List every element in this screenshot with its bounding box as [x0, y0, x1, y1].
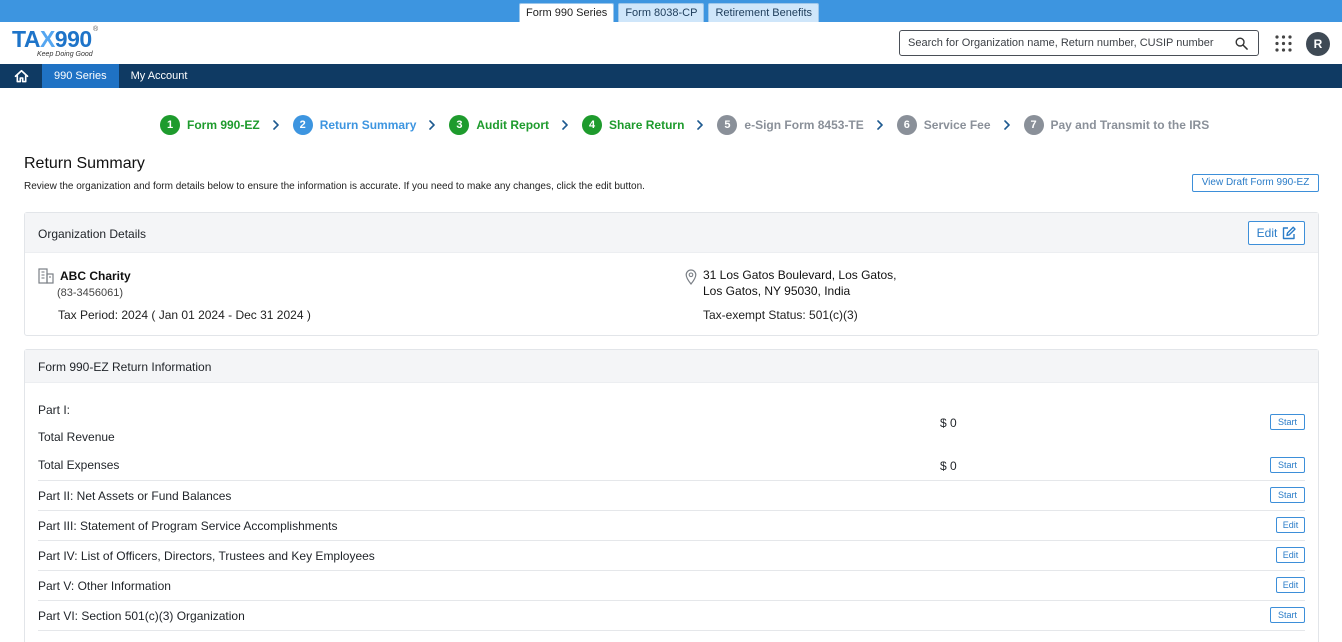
row-divider — [38, 480, 1305, 481]
apps-grid-icon[interactable] — [1275, 35, 1292, 52]
organization-ein: (83-3456061) — [57, 287, 124, 299]
total-revenue-amount: $ 0 — [940, 416, 957, 430]
step-number: 5 — [717, 115, 738, 135]
card-header: Form 990-EZ Return Information — [25, 350, 1318, 383]
part-1-heading: Part I: — [38, 403, 71, 417]
edit-label: Edit — [1256, 226, 1278, 240]
start-part-2-button[interactable]: Start — [1270, 487, 1305, 503]
start-total-revenue-button[interactable]: Start — [1270, 414, 1305, 430]
row-label-total-revenue: Total Revenue — [38, 430, 115, 444]
user-avatar[interactable]: R — [1306, 32, 1330, 56]
section-title: Form 990-EZ Return Information — [38, 360, 212, 374]
step-pay-and-transmit[interactable]: 7 Pay and Transmit to the IRS — [1023, 115, 1210, 135]
return-information-card: Form 990-EZ Return Information Part I: T… — [24, 349, 1319, 642]
step-number: 7 — [1023, 115, 1044, 135]
step-label: e-Sign Form 8453-TE — [744, 118, 864, 132]
nav-my-account[interactable]: My Account — [119, 64, 200, 88]
step-label: Service Fee — [923, 118, 991, 132]
logo-tagline: Keep Doing Good — [37, 51, 93, 58]
row-divider — [38, 510, 1305, 511]
tax-exempt-status: Tax-exempt Status: 501(c)(3) — [703, 308, 858, 322]
row-divider — [38, 600, 1305, 601]
product-tab-form-8038-cp[interactable]: Form 8038-CP — [618, 3, 705, 22]
step-share-return[interactable]: 4 Share Return — [582, 115, 684, 135]
building-icon — [38, 268, 54, 284]
step-number: 2 — [292, 115, 313, 135]
edit-part-5-button[interactable]: Edit — [1276, 577, 1305, 593]
app-header: TAX990 ® Keep Doing Good R — [0, 22, 1342, 64]
step-form-990-ez[interactable]: 1 Form 990-EZ — [160, 115, 260, 135]
row-label-part-4: Part IV: List of Officers, Directors, Tr… — [38, 549, 375, 563]
row-label-part-2: Part II: Net Assets or Fund Balances — [38, 489, 232, 503]
start-total-expenses-button[interactable]: Start — [1270, 457, 1305, 473]
step-label: Form 990-EZ — [187, 118, 260, 132]
step-number: 4 — [582, 115, 603, 135]
nav-home[interactable] — [0, 64, 42, 88]
product-tab-form-990-series[interactable]: Form 990 Series — [519, 3, 615, 22]
page-title: Return Summary — [24, 155, 145, 172]
step-label: Pay and Transmit to the IRS — [1050, 118, 1210, 132]
chevron-right-icon — [1003, 120, 1010, 130]
search-box — [899, 30, 1259, 56]
row-divider — [38, 540, 1305, 541]
card-header: Organization Details Edit — [25, 213, 1318, 253]
logo-text: TAX990 — [12, 26, 92, 52]
view-draft-button[interactable]: View Draft Form 990-EZ — [1192, 174, 1319, 192]
page-description: Review the organization and form details… — [24, 181, 645, 192]
organization-details-card: Organization Details Edit ABC Charity (8… — [24, 212, 1319, 336]
product-tabs: Form 990 Series Form 8038-CP Retirement … — [519, 3, 820, 22]
organization-name: ABC Charity — [60, 269, 131, 283]
location-pin-icon — [685, 269, 697, 285]
step-service-fee[interactable]: 6 Service Fee — [896, 115, 991, 135]
row-divider — [38, 570, 1305, 571]
row-label-total-expenses: Total Expenses — [38, 458, 120, 472]
row-divider — [38, 630, 1305, 631]
edit-icon — [1283, 226, 1297, 239]
step-return-summary[interactable]: 2 Return Summary — [292, 115, 417, 135]
row-label-part-3: Part III: Statement of Program Service A… — [38, 519, 338, 533]
address-line-1: 31 Los Gatos Boulevard, Los Gatos, — [703, 268, 897, 282]
step-number: 3 — [449, 115, 470, 135]
logo-registered-mark: ® — [93, 26, 99, 33]
step-label: Share Return — [609, 118, 685, 132]
section-title: Organization Details — [38, 227, 147, 241]
product-tab-strip: Form 990 Series Form 8038-CP Retirement … — [0, 0, 1342, 22]
chevron-right-icon — [429, 120, 436, 130]
step-e-sign-form-8453-te[interactable]: 5 e-Sign Form 8453-TE — [717, 115, 864, 135]
nav-990-series[interactable]: 990 Series — [42, 64, 119, 88]
total-expenses-amount: $ 0 — [940, 459, 957, 473]
step-label: Return Summary — [319, 118, 417, 132]
search-input[interactable] — [908, 35, 1228, 51]
start-part-6-button[interactable]: Start — [1270, 607, 1305, 623]
step-audit-report[interactable]: 3 Audit Report — [449, 115, 549, 135]
edit-part-3-button[interactable]: Edit — [1276, 517, 1305, 533]
chevron-right-icon — [697, 120, 704, 130]
tax-period: Tax Period: 2024 ( Jan 01 2024 - Dec 31 … — [58, 308, 311, 322]
row-label-part-6: Part VI: Section 501(c)(3) Organization — [38, 609, 245, 623]
chevron-right-icon — [876, 120, 883, 130]
step-number: 1 — [160, 115, 180, 135]
product-tab-retirement-benefits[interactable]: Retirement Benefits — [708, 3, 820, 22]
edit-part-4-button[interactable]: Edit — [1276, 547, 1305, 563]
main-nav: 990 Series My Account — [0, 64, 1342, 88]
edit-organization-button[interactable]: Edit — [1248, 221, 1305, 245]
tax990-logo[interactable]: TAX990 ® Keep Doing Good — [12, 26, 98, 58]
chevron-right-icon — [562, 120, 568, 130]
row-label-part-5: Part V: Other Information — [38, 579, 171, 593]
home-icon — [14, 69, 28, 83]
search-icon[interactable] — [1235, 37, 1248, 50]
step-number: 6 — [896, 115, 917, 135]
chevron-right-icon — [272, 120, 279, 130]
progress-stepper: 1 Form 990-EZ 2 Return Summary 3 Audit R… — [160, 115, 1209, 135]
address-line-2: Los Gatos, NY 95030, India — [703, 284, 851, 298]
step-label: Audit Report — [476, 118, 550, 132]
